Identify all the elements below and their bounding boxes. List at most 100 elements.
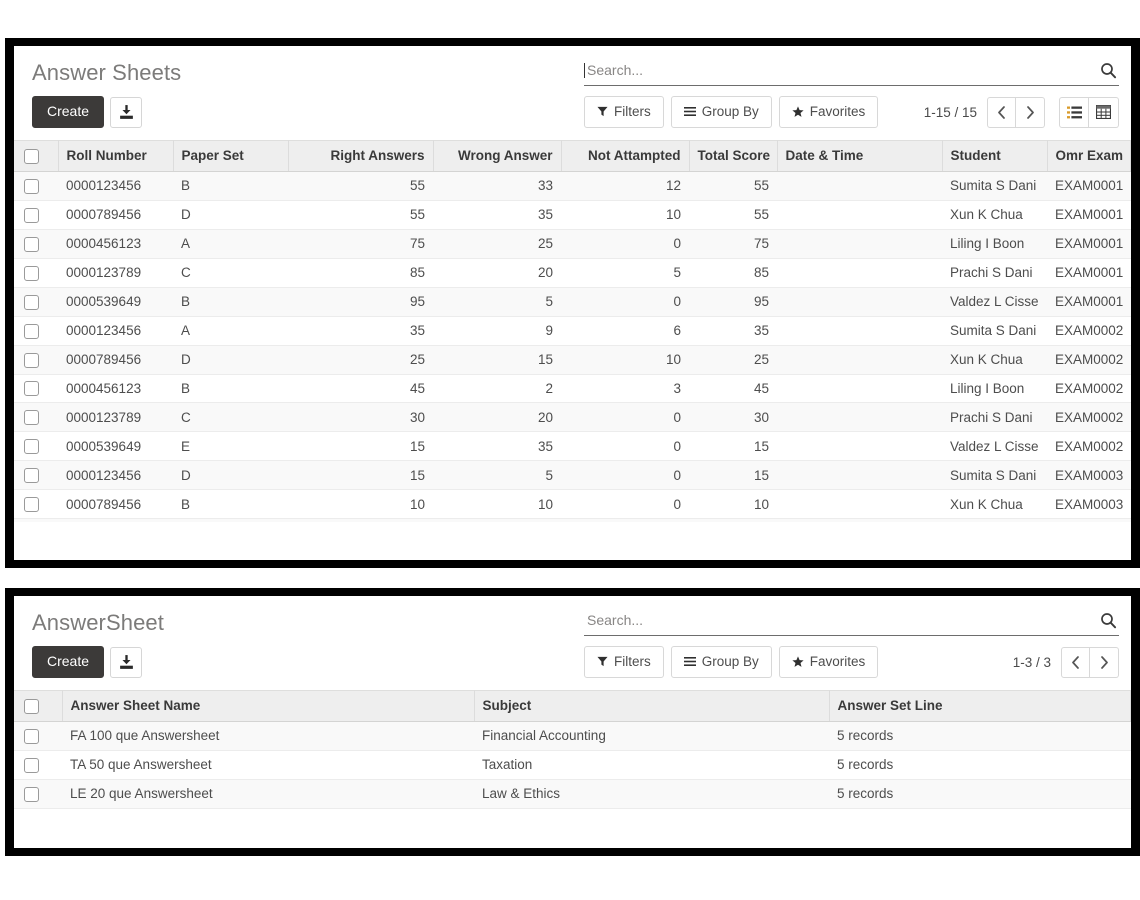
table-row[interactable]: 0000123456D155015Sumita S DaniEXAM0003 xyxy=(14,461,1131,490)
search-input-2[interactable] xyxy=(584,610,1100,630)
list-view-button[interactable] xyxy=(1059,97,1089,128)
column-header-right-answers[interactable]: Right Answers xyxy=(288,141,433,172)
create-button[interactable]: Create xyxy=(32,96,104,128)
column-header-roll-number[interactable]: Roll Number xyxy=(58,141,173,172)
row-select-cell[interactable] xyxy=(14,200,58,229)
search-icon[interactable] xyxy=(1100,612,1119,629)
column-header-not-attampted[interactable]: Not Attampted xyxy=(561,141,689,172)
row-checkbox[interactable] xyxy=(24,381,39,396)
table-row[interactable]: 0000456123B452345Liling I BoonEXAM0002 xyxy=(14,374,1131,403)
column-header-paper-set[interactable]: Paper Set xyxy=(173,141,288,172)
select-all-header[interactable] xyxy=(14,141,58,172)
screenshot-root: Answer Sheets Create xyxy=(0,0,1140,900)
table-row[interactable]: 0000539649E1535015Valdez L CisseEXAM0002 xyxy=(14,432,1131,461)
row-select-cell[interactable] xyxy=(14,721,62,750)
previous-page-button[interactable] xyxy=(987,97,1016,128)
row-checkbox[interactable] xyxy=(24,179,39,194)
table-cell xyxy=(777,403,942,432)
row-checkbox[interactable] xyxy=(24,353,39,368)
table-row[interactable]: 0000456123A155015Liling I BoonEXAM0003 xyxy=(14,519,1131,522)
row-checkbox[interactable] xyxy=(24,468,39,483)
row-select-cell[interactable] xyxy=(14,490,58,519)
funnel-icon xyxy=(597,656,608,667)
row-checkbox[interactable] xyxy=(24,758,39,773)
search-area-2: Filters Group By xyxy=(584,610,1119,678)
row-select-cell[interactable] xyxy=(14,345,58,374)
table-row[interactable]: FA 100 que AnswersheetFinancial Accounti… xyxy=(14,721,1131,750)
row-checkbox[interactable] xyxy=(24,266,39,281)
row-checkbox[interactable] xyxy=(24,295,39,310)
row-checkbox[interactable] xyxy=(24,729,39,744)
column-header-omr-exam[interactable]: Omr Exam xyxy=(1047,141,1131,172)
row-checkbox[interactable] xyxy=(24,324,39,339)
row-checkbox[interactable] xyxy=(24,237,39,252)
row-select-cell[interactable] xyxy=(14,519,58,522)
column-header-wrong-answer[interactable]: Wrong Answer xyxy=(433,141,561,172)
row-select-cell[interactable] xyxy=(14,258,58,287)
table-row[interactable]: 0000123456A359635Sumita S DaniEXAM0002 xyxy=(14,316,1131,345)
table-cell: 0000123789 xyxy=(58,403,173,432)
row-checkbox[interactable] xyxy=(24,497,39,512)
export-button-2[interactable] xyxy=(110,647,142,678)
select-all-checkbox-2[interactable] xyxy=(24,699,39,714)
row-select-cell[interactable] xyxy=(14,316,58,345)
table-row[interactable]: 0000789456D25151025Xun K ChuaEXAM0002 xyxy=(14,345,1131,374)
filters-button[interactable]: Filters xyxy=(584,96,664,128)
group-by-button[interactable]: Group By xyxy=(671,96,772,128)
answer-sheets-list-scroll[interactable]: Roll Number Paper Set Right Answers Wron… xyxy=(14,140,1131,522)
table-row[interactable]: 0000539649B955095Valdez L CisseEXAM0001 xyxy=(14,287,1131,316)
column-header-subject[interactable]: Subject xyxy=(474,691,829,722)
favorites-button-2[interactable]: Favorites xyxy=(779,646,879,678)
search-bar-2[interactable] xyxy=(584,610,1119,636)
column-header-answer-sheet-name[interactable]: Answer Sheet Name xyxy=(62,691,474,722)
row-select-cell[interactable] xyxy=(14,432,58,461)
search-input[interactable] xyxy=(584,60,1100,80)
column-header-student[interactable]: Student xyxy=(942,141,1047,172)
next-page-button-2[interactable] xyxy=(1090,647,1119,678)
table-row[interactable]: 0000789456B1010010Xun K ChuaEXAM0003 xyxy=(14,490,1131,519)
previous-page-button-2[interactable] xyxy=(1061,647,1090,678)
select-all-checkbox[interactable] xyxy=(24,149,39,164)
row-checkbox[interactable] xyxy=(24,208,39,223)
row-select-cell[interactable] xyxy=(14,779,62,808)
table-row[interactable]: 0000789456D55351055Xun K ChuaEXAM0001 xyxy=(14,200,1131,229)
column-header-total-score[interactable]: Total Score xyxy=(689,141,777,172)
row-select-cell[interactable] xyxy=(14,229,58,258)
table-row[interactable]: 0000123789C3020030Prachi S DaniEXAM0002 xyxy=(14,403,1131,432)
filters-button-2[interactable]: Filters xyxy=(584,646,664,678)
row-select-cell[interactable] xyxy=(14,750,62,779)
row-checkbox[interactable] xyxy=(24,439,39,454)
next-page-button[interactable] xyxy=(1016,97,1045,128)
grid-view-button[interactable] xyxy=(1089,97,1119,128)
chevron-right-icon xyxy=(1100,656,1109,669)
column-header-answer-set-line[interactable]: Answer Set Line xyxy=(829,691,1131,722)
select-all-header-2[interactable] xyxy=(14,691,62,722)
table-cell: Prachi S Dani xyxy=(942,403,1047,432)
row-checkbox[interactable] xyxy=(24,410,39,425)
row-select-cell[interactable] xyxy=(14,287,58,316)
table-row[interactable]: 0000123789C8520585Prachi S DaniEXAM0001 xyxy=(14,258,1131,287)
answersheet-list-scroll[interactable]: Answer Sheet Name Subject Answer Set Lin… xyxy=(14,690,1131,834)
search-bar[interactable] xyxy=(584,60,1119,86)
table-row[interactable]: LE 20 que AnswersheetLaw & Ethics5 recor… xyxy=(14,779,1131,808)
table-cell: D xyxy=(173,345,288,374)
export-button[interactable] xyxy=(110,97,142,128)
table-cell: 5 records xyxy=(829,721,1131,750)
table-cell: Valdez L Cisse xyxy=(942,432,1047,461)
group-by-button-2[interactable]: Group By xyxy=(671,646,772,678)
favorites-button[interactable]: Favorites xyxy=(779,96,879,128)
row-select-cell[interactable] xyxy=(14,171,58,200)
create-button-2[interactable]: Create xyxy=(32,646,104,678)
table-row[interactable]: 0000456123A7525075Liling I BoonEXAM0001 xyxy=(14,229,1131,258)
row-select-cell[interactable] xyxy=(14,403,58,432)
column-header-date-time[interactable]: Date & Time xyxy=(777,141,942,172)
table-cell: Xun K Chua xyxy=(942,345,1047,374)
search-icon[interactable] xyxy=(1100,62,1119,79)
table-row[interactable]: TA 50 que AnswersheetTaxation5 records xyxy=(14,750,1131,779)
filters-label-2: Filters xyxy=(614,654,651,669)
table-row[interactable]: 0000123456B55331255Sumita S DaniEXAM0001 xyxy=(14,171,1131,200)
row-select-cell[interactable] xyxy=(14,461,58,490)
control-panel-2: AnswerSheet Create xyxy=(14,596,1131,690)
row-select-cell[interactable] xyxy=(14,374,58,403)
row-checkbox[interactable] xyxy=(24,787,39,802)
